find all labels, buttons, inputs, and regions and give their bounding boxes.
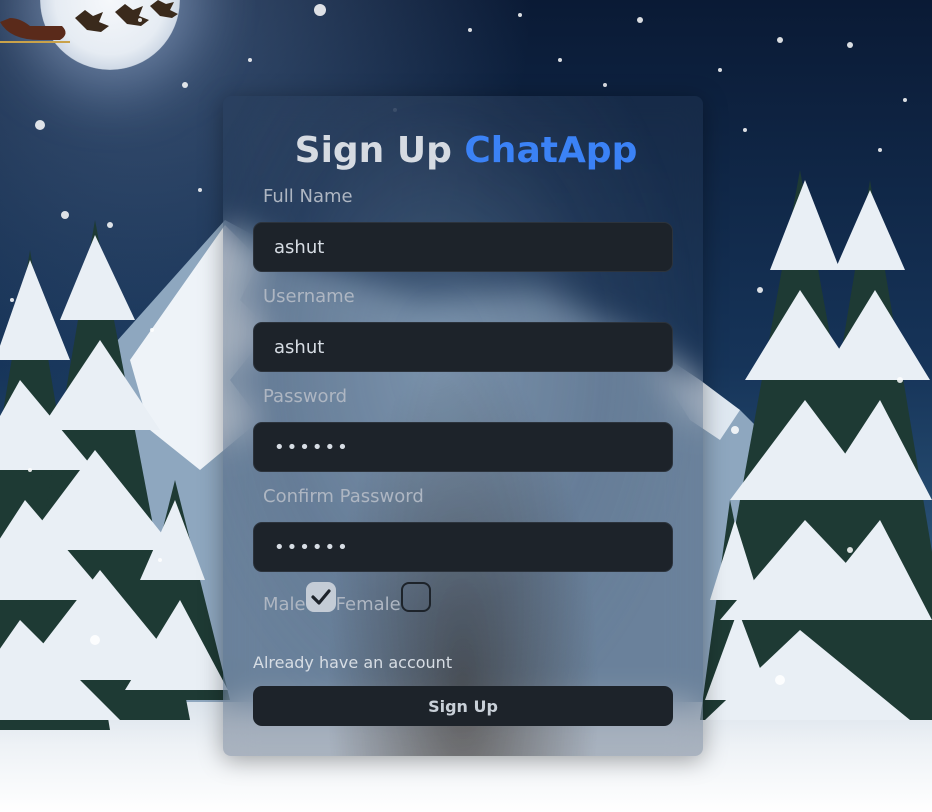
male-label: Male xyxy=(263,594,306,615)
full-name-input[interactable] xyxy=(253,222,673,272)
confirm-password-input[interactable] xyxy=(253,522,673,572)
login-link[interactable]: Already have an account xyxy=(253,653,452,672)
password-label: Password xyxy=(263,386,348,407)
male-checkbox[interactable] xyxy=(305,582,336,612)
username-input[interactable] xyxy=(253,322,673,372)
password-input[interactable] xyxy=(253,422,673,472)
username-label: Username xyxy=(263,286,355,307)
checkmark-icon xyxy=(311,589,331,605)
page-title: Sign Up ChatApp xyxy=(0,130,932,171)
full-name-label: Full Name xyxy=(263,186,353,207)
confirm-password-label: Confirm Password xyxy=(263,486,424,507)
gender-selector: Male Female xyxy=(263,582,431,615)
brand-name: ChatApp xyxy=(464,130,638,171)
female-label: Female xyxy=(335,594,401,615)
female-checkbox[interactable] xyxy=(400,582,431,612)
title-text: Sign Up xyxy=(294,130,452,171)
signup-button[interactable]: Sign Up xyxy=(253,686,673,726)
